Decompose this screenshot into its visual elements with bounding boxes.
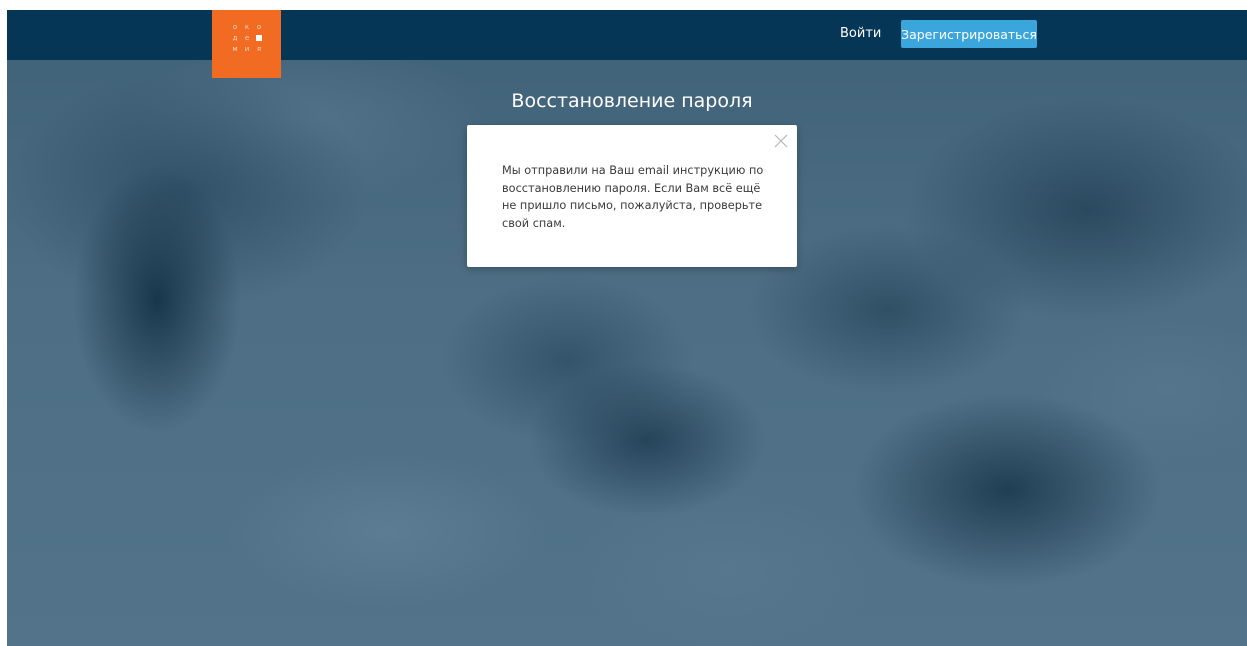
page-title: Восстановление пароля — [511, 90, 753, 112]
register-button[interactable]: Зарегистрироваться — [901, 20, 1037, 48]
logo-letters: о к о д е м и я — [229, 22, 265, 55]
page: Войти Зарегистрироваться о к о д е м и я… — [7, 10, 1247, 646]
logo-letter: я — [256, 45, 262, 53]
logo-letter: и — [244, 45, 250, 53]
login-link[interactable]: Войти — [840, 26, 881, 41]
password-recovery-modal: Мы отправили на Ваш email инструкцию по … — [467, 125, 797, 267]
logo-letter: о — [256, 23, 262, 31]
logo-letter: м — [232, 45, 238, 53]
logo-letter: к — [244, 23, 250, 31]
logo-letter: д — [232, 34, 238, 42]
top-navigation-bar: Войти Зарегистрироваться — [7, 10, 1247, 60]
modal-message: Мы отправили на Ваш email инструкцию по … — [502, 164, 764, 230]
close-icon[interactable] — [773, 133, 789, 149]
logo[interactable]: о к о д е м и я — [212, 10, 281, 78]
logo-letter: о — [232, 23, 238, 31]
logo-letter: е — [244, 34, 250, 42]
logo-square — [253, 33, 265, 44]
